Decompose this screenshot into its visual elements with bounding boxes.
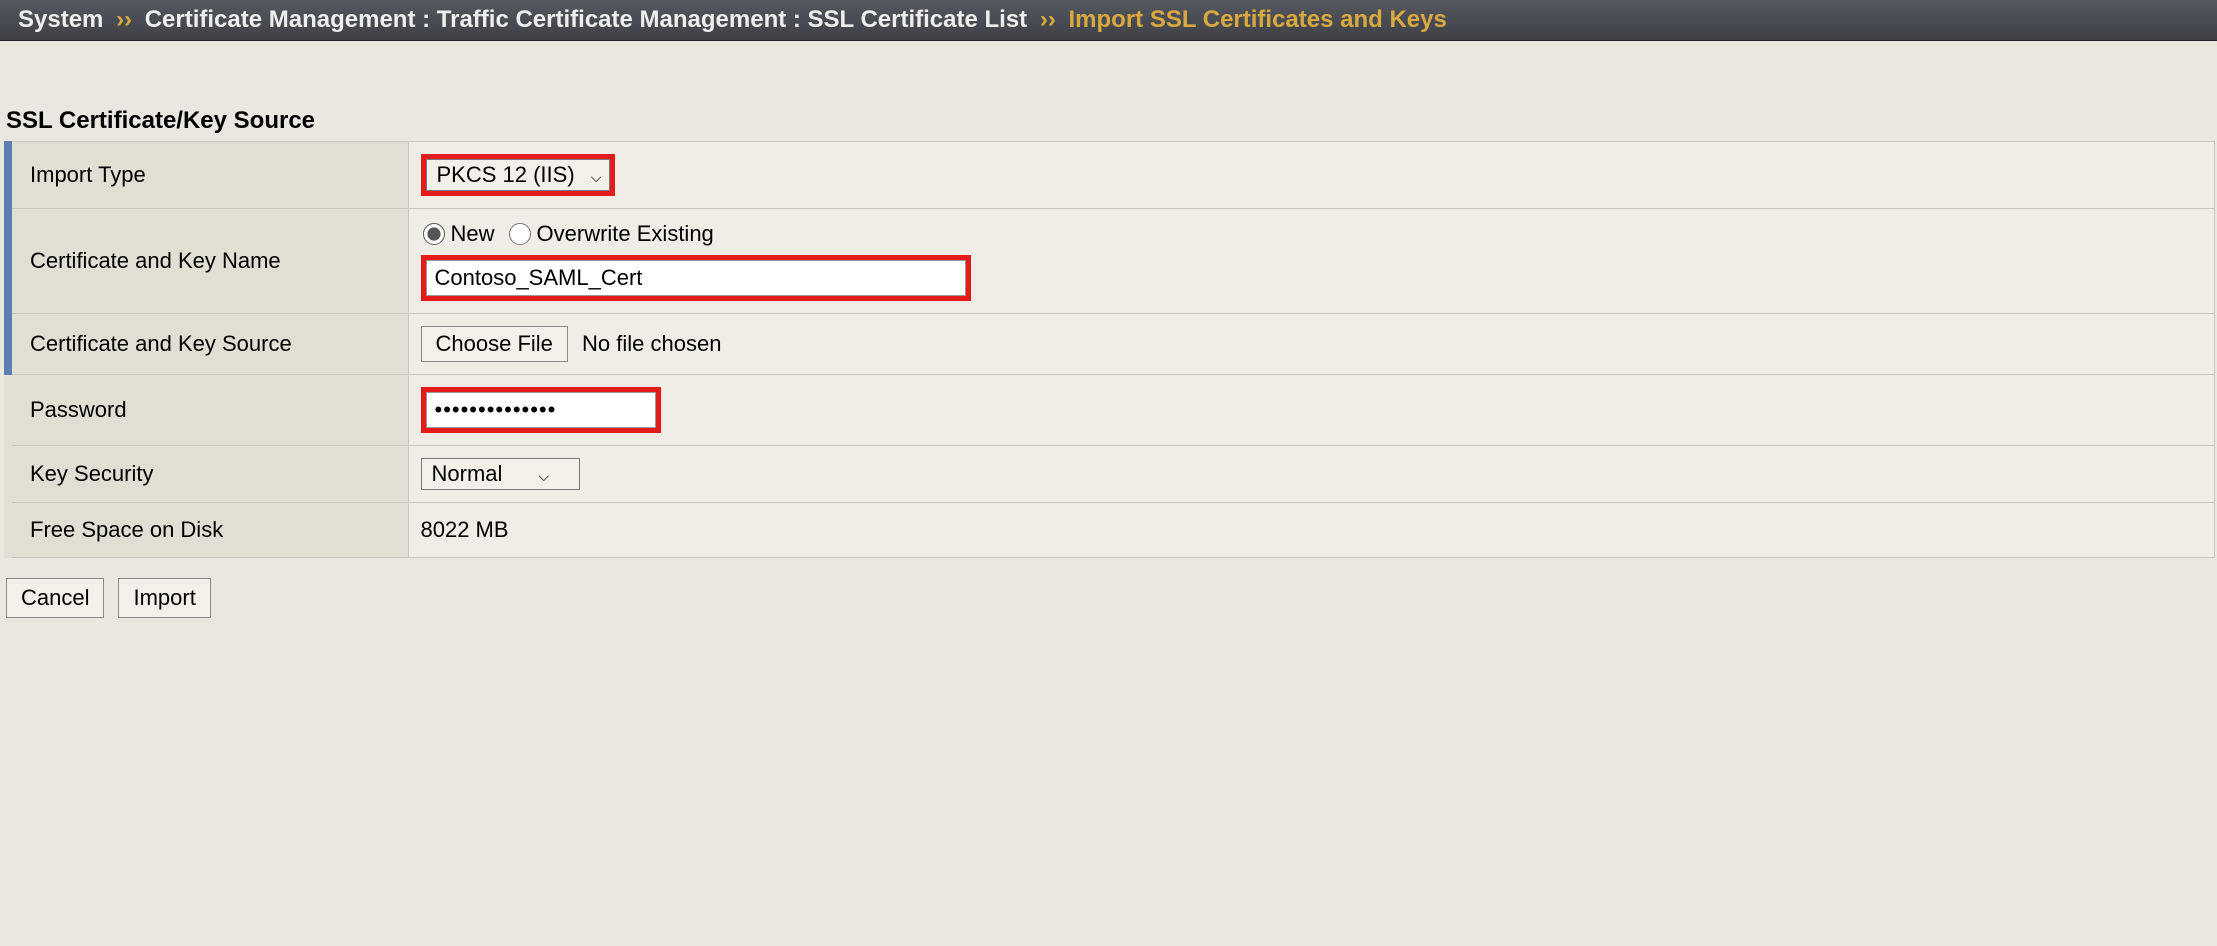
chevron-down-icon: ⌵ xyxy=(539,468,550,485)
key-security-select[interactable]: Normal ⌵ xyxy=(421,458,581,490)
label-key-security: Key Security xyxy=(8,446,408,503)
password-input[interactable] xyxy=(426,392,656,428)
row-cert-key-source: Certificate and Key Source Choose File N… xyxy=(8,314,2215,375)
label-password: Password xyxy=(8,375,408,446)
breadcrumb-separator-icon: ›› xyxy=(1040,6,1056,33)
radio-new[interactable] xyxy=(423,223,445,245)
row-cert-key-name: Certificate and Key Name New Overwrite E… xyxy=(8,209,2215,314)
highlight-import-type: PKCS 12 (IIS) ⌵ xyxy=(421,154,616,196)
label-import-type: Import Type xyxy=(8,142,408,209)
radio-new-label: New xyxy=(451,221,495,247)
label-free-space: Free Space on Disk xyxy=(8,503,408,558)
cancel-button[interactable]: Cancel xyxy=(6,578,104,618)
form-table: Import Type PKCS 12 (IIS) ⌵ Certificate … xyxy=(4,141,2215,558)
key-security-value: Normal xyxy=(432,461,503,486)
breadcrumb-current: Import SSL Certificates and Keys xyxy=(1069,6,1447,33)
footer-buttons: Cancel Import xyxy=(6,578,2217,618)
row-password: Password xyxy=(8,375,2215,446)
label-cert-key-name: Certificate and Key Name xyxy=(8,209,408,314)
breadcrumb-path[interactable]: Certificate Management : Traffic Certifi… xyxy=(145,6,1027,33)
choose-file-button[interactable]: Choose File xyxy=(421,326,568,362)
breadcrumb-separator-icon: ›› xyxy=(116,6,132,33)
radio-overwrite-label: Overwrite Existing xyxy=(537,221,714,247)
import-button[interactable]: Import xyxy=(118,578,210,618)
label-cert-key-source: Certificate and Key Source xyxy=(8,314,408,375)
import-type-value: PKCS 12 (IIS) xyxy=(437,162,575,187)
file-chosen-status: No file chosen xyxy=(582,331,721,356)
row-key-security: Key Security Normal ⌵ xyxy=(8,446,2215,503)
section-title: SSL Certificate/Key Source xyxy=(6,107,2217,135)
breadcrumb: System ›› Certificate Management : Traff… xyxy=(0,0,2217,41)
row-import-type: Import Type PKCS 12 (IIS) ⌵ xyxy=(8,142,2215,209)
chevron-down-icon: ⌵ xyxy=(591,169,602,186)
cert-key-name-input[interactable] xyxy=(426,260,966,296)
radio-overwrite[interactable] xyxy=(509,223,531,245)
breadcrumb-root[interactable]: System xyxy=(18,6,103,33)
row-free-space: Free Space on Disk 8022 MB xyxy=(8,503,2215,558)
highlight-cert-key-name xyxy=(421,255,971,301)
highlight-password xyxy=(421,387,661,433)
cert-key-name-mode: New Overwrite Existing xyxy=(421,221,2203,247)
import-type-select[interactable]: PKCS 12 (IIS) ⌵ xyxy=(426,159,611,191)
free-space-value: 8022 MB xyxy=(421,517,509,542)
